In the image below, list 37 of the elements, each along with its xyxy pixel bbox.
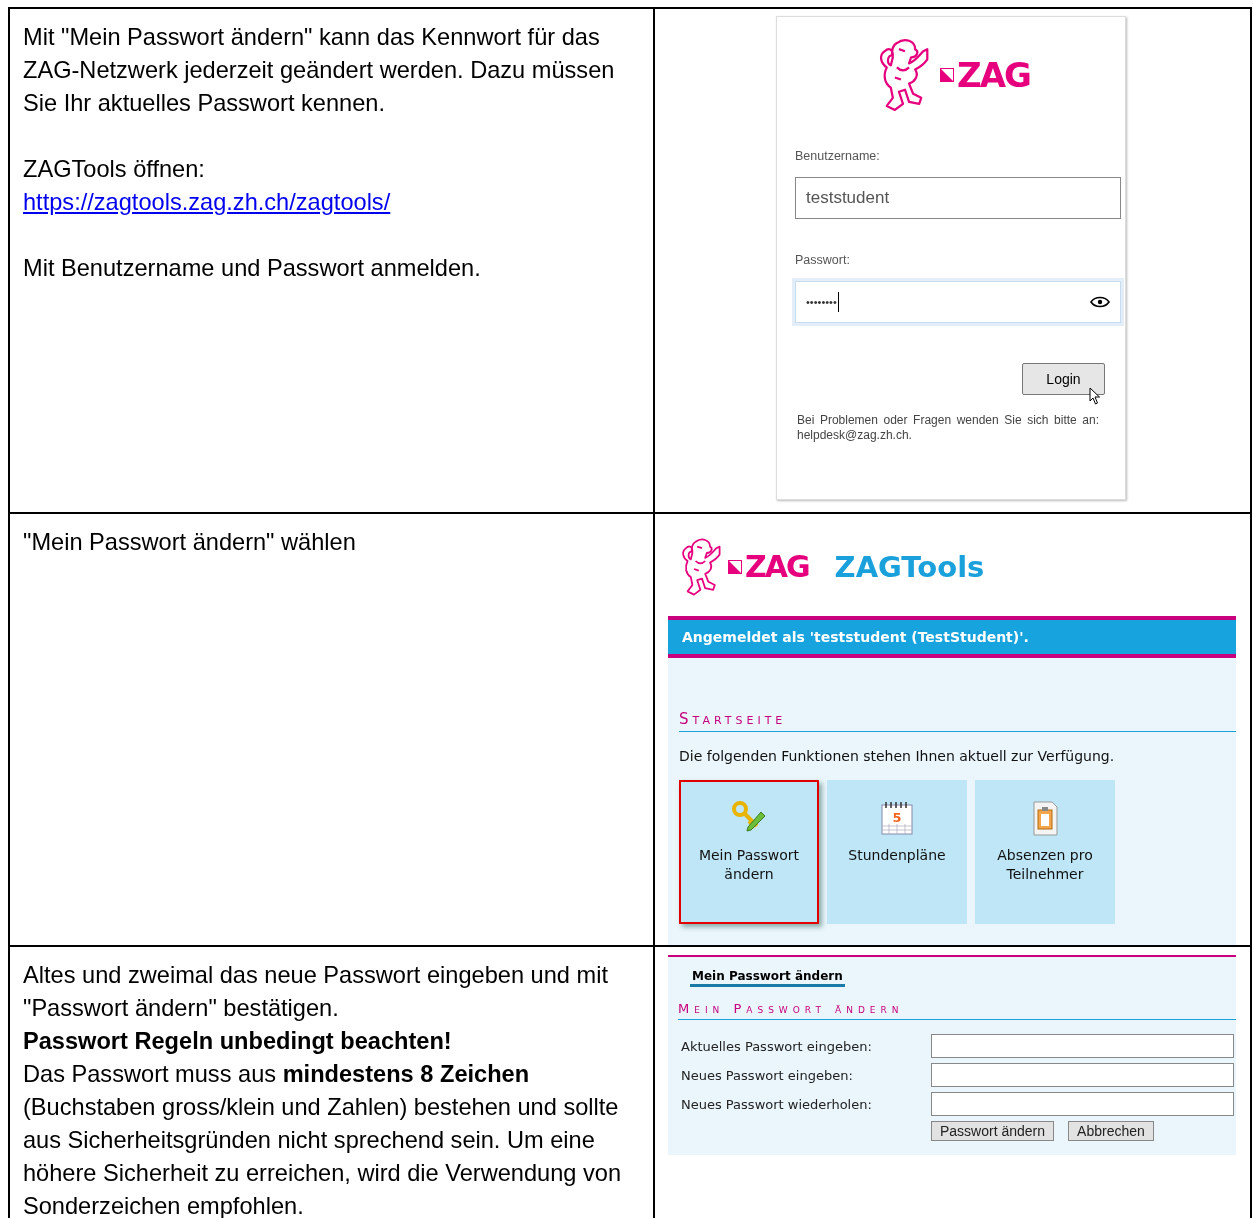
username-field[interactable]: teststudent: [795, 177, 1121, 219]
eye-icon[interactable]: [1090, 296, 1110, 308]
instruction-text: ZAGTools öffnen:: [23, 155, 206, 184]
instruction-text: Passwort Regeln unbedingt beachten!: [23, 1027, 453, 1056]
logo-text: ZAG: [957, 55, 1030, 95]
app-title: ZAGTools: [834, 549, 985, 584]
instruction-text: Das Passwort muss aus mindestens 8 Zeichen (Buchstaben gross/klein und Zahlen) bestehen und sollte aus Sicherheitsgründen nicht sprechend sein. Um eine höhere Sicherheit zu erreichen, wird die Verwendung von Sonderzeichen empfohlen.: [23, 1060, 623, 1218]
function-tile[interactable]: Mein Passwort ändern: [679, 780, 819, 924]
section-title: Mein Passwort ändern: [678, 1001, 1236, 1020]
field-label: Benutzername:: [795, 149, 881, 163]
help-text: Bei Problemen oder Fragen wenden Sie sich bitte an: helpdesk@zag.zh.ch.: [797, 413, 1099, 443]
instruction-text: Altes und zweimal das neue Passwort eingeben und mit "Passwort ändern" bestätigen.: [23, 961, 609, 1023]
field-label: Neues Passwort eingeben:: [681, 1067, 854, 1083]
section-title: Startseite: [679, 710, 1236, 732]
form-button[interactable]: Passwort ändern: [931, 1121, 1055, 1141]
logo-mark-icon: [940, 68, 955, 82]
field-label: Neues Passwort wiederholen:: [681, 1096, 873, 1112]
instruction-text: Mit "Mein Passwort ändern" kann das Kennwort für das ZAG-Netzwerk jederzeit geändert werden. Dazu müssen Sie Ihr aktuelles Passwort kennen.: [23, 23, 616, 118]
login-status-text: Angemeldet als 'teststudent (TestStudent)'.: [682, 629, 1029, 645]
intro-text: Die folgenden Funktionen stehen Ihnen aktuell zur Verfügung.: [679, 748, 1116, 764]
instruction-text: Mit Benutzername und Passwort anmelden.: [23, 254, 482, 283]
zagtools-link[interactable]: https://zagtools.zag.zh.ch/zagtools/: [23, 186, 391, 219]
field-label: Passwort:: [795, 253, 851, 267]
field-label: Aktuelles Passwort eingeben:: [681, 1038, 873, 1054]
form-button[interactable]: Abbrechen: [1068, 1121, 1154, 1141]
logo-mark-icon: [728, 559, 742, 574]
mouse-cursor-icon: [1089, 387, 1101, 405]
function-tile[interactable]: Absenzen pro Teilnehmer: [975, 780, 1115, 924]
input-field[interactable]: [931, 1063, 1234, 1087]
input-field[interactable]: [931, 1034, 1234, 1058]
logo-text: ZAG: [745, 549, 809, 584]
function-tile[interactable]: 5 Stundenpläne: [827, 780, 967, 924]
tab[interactable]: Mein Passwort ändern: [690, 969, 845, 987]
login-button[interactable]: Login: [1022, 363, 1105, 395]
input-field[interactable]: [931, 1092, 1234, 1116]
password-field[interactable]: ••••••••: [795, 281, 1121, 323]
instruction-text: "Mein Passwort ändern" wählen: [23, 528, 357, 557]
